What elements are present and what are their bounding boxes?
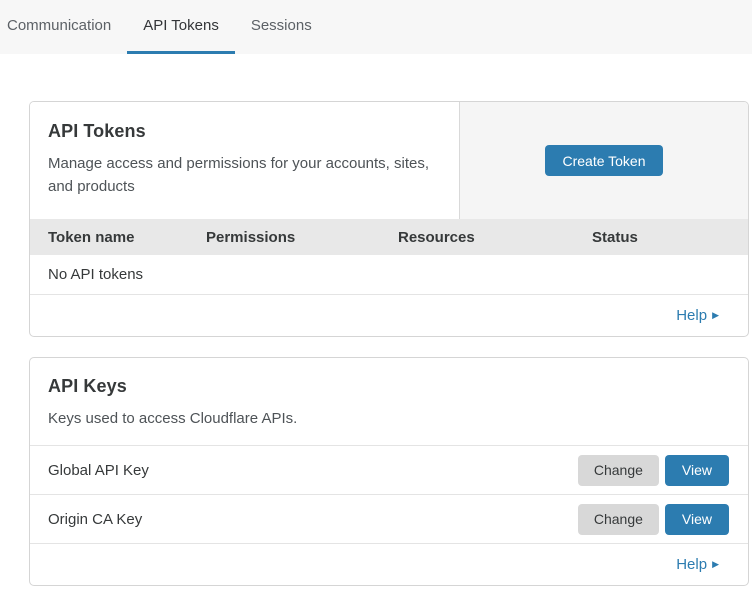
token-table-empty-message: No API tokens bbox=[48, 266, 143, 283]
help-link-label: Help bbox=[676, 307, 707, 324]
origin-ca-key-view-button[interactable]: View bbox=[665, 504, 729, 535]
profile-tabbar: Communication API Tokens Sessions bbox=[0, 0, 752, 54]
origin-ca-key-row: Origin CA Key Change View bbox=[30, 495, 748, 544]
api-keys-description: Keys used to access Cloudflare APIs. bbox=[48, 407, 728, 430]
api-tokens-card: API Tokens Manage access and permissions… bbox=[29, 101, 749, 337]
api-tokens-card-actions: Create Token bbox=[460, 102, 748, 219]
token-table-header: Token name Permissions Resources Status bbox=[30, 219, 748, 255]
api-tokens-card-footer: Help ▶ bbox=[30, 295, 748, 336]
api-keys-card: API Keys Keys used to access Cloudflare … bbox=[29, 357, 749, 586]
api-tokens-help-link[interactable]: Help ▶ bbox=[676, 307, 719, 324]
api-keys-help-link[interactable]: Help ▶ bbox=[676, 556, 719, 573]
tab-api-tokens[interactable]: API Tokens bbox=[127, 0, 235, 54]
origin-ca-key-change-button[interactable]: Change bbox=[578, 504, 659, 535]
api-keys-title: API Keys bbox=[48, 376, 728, 397]
column-header-permissions: Permissions bbox=[206, 229, 398, 246]
column-header-status: Status bbox=[592, 229, 748, 246]
column-header-token-name: Token name bbox=[48, 229, 206, 246]
help-link-label: Help bbox=[676, 556, 707, 573]
global-api-key-label: Global API Key bbox=[48, 462, 578, 479]
origin-ca-key-label: Origin CA Key bbox=[48, 511, 578, 528]
api-keys-card-header: API Keys Keys used to access Cloudflare … bbox=[30, 358, 748, 446]
api-tokens-card-header: API Tokens Manage access and permissions… bbox=[30, 102, 748, 219]
create-token-button[interactable]: Create Token bbox=[545, 145, 662, 176]
api-keys-card-footer: Help ▶ bbox=[30, 544, 748, 585]
column-header-resources: Resources bbox=[398, 229, 592, 246]
tab-sessions[interactable]: Sessions bbox=[235, 0, 328, 54]
global-api-key-change-button[interactable]: Change bbox=[578, 455, 659, 486]
page-content: API Tokens Manage access and permissions… bbox=[29, 101, 749, 586]
token-table-empty-row: No API tokens bbox=[30, 255, 748, 295]
help-arrow-icon: ▶ bbox=[712, 560, 719, 569]
help-arrow-icon: ▶ bbox=[712, 311, 719, 320]
global-api-key-view-button[interactable]: View bbox=[665, 455, 729, 486]
global-api-key-row: Global API Key Change View bbox=[30, 446, 748, 495]
api-tokens-card-header-text: API Tokens Manage access and permissions… bbox=[30, 102, 460, 219]
api-tokens-title: API Tokens bbox=[48, 121, 439, 142]
api-tokens-description: Manage access and permissions for your a… bbox=[48, 152, 439, 198]
tab-communication[interactable]: Communication bbox=[7, 0, 127, 54]
